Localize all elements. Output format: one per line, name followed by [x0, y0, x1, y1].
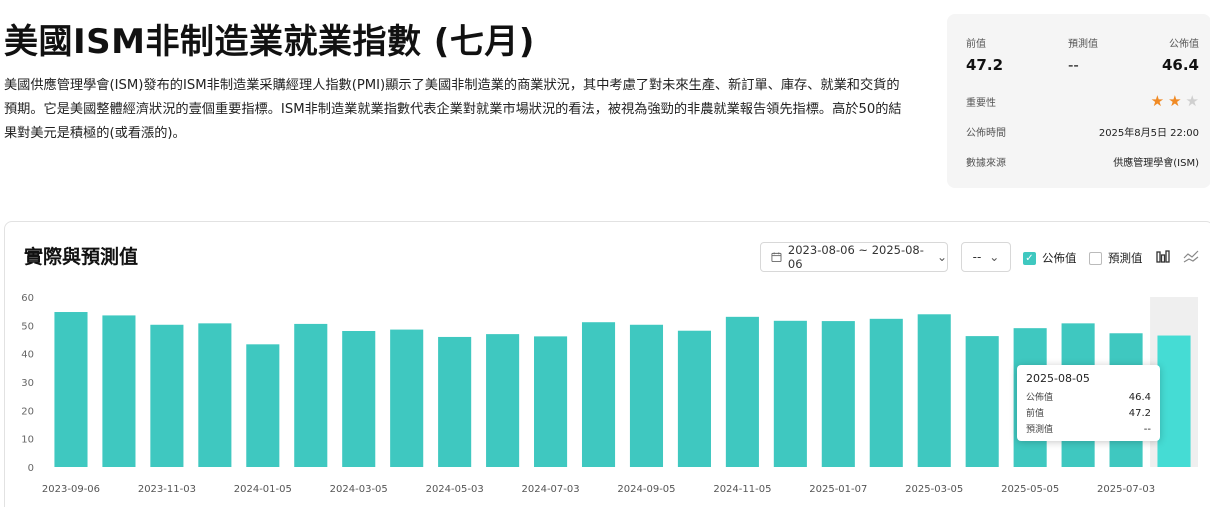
tooltip-prev-row: 前值 47.2	[1026, 406, 1151, 422]
bar[interactable]	[390, 329, 424, 467]
x-tick-label: 2023-09-06	[42, 484, 100, 495]
bar[interactable]	[438, 336, 472, 467]
bar[interactable]	[581, 322, 616, 467]
x-tick-label: 2024-05-03	[426, 484, 484, 495]
y-tick-label: 30	[21, 378, 34, 389]
x-tick-label: 2024-09-05	[617, 484, 675, 495]
x-tick-label: 2024-11-05	[713, 484, 771, 495]
tooltip-actual-label: 公佈值	[1026, 393, 1054, 403]
bar[interactable]	[1157, 335, 1191, 467]
x-tick-label: 2024-07-03	[522, 484, 580, 495]
tooltip-prev-value: 47.2	[1128, 408, 1151, 419]
bar[interactable]	[342, 331, 376, 467]
bar[interactable]	[917, 314, 951, 467]
x-tick-label: 2025-07-03	[1097, 484, 1155, 495]
bar[interactable]	[725, 316, 759, 467]
y-tick-label: 0	[28, 463, 34, 474]
tooltip-date: 2025-08-05	[1026, 372, 1090, 385]
y-tick-label: 20	[21, 406, 34, 417]
x-tick-label: 2025-01-07	[809, 484, 867, 495]
bar[interactable]	[534, 336, 568, 467]
tooltip-actual-value: 46.4	[1128, 392, 1151, 403]
bar[interactable]	[54, 312, 88, 467]
bar[interactable]	[773, 320, 807, 467]
bar[interactable]	[246, 344, 280, 467]
tooltip-forecast-label: 預測值	[1026, 425, 1054, 435]
bar[interactable]	[869, 318, 903, 467]
x-tick-label: 2024-01-05	[234, 484, 292, 495]
bar[interactable]	[821, 321, 855, 467]
bar[interactable]	[965, 336, 999, 467]
tooltip-forecast-row: 預測值 --	[1026, 422, 1151, 438]
y-tick-label: 40	[21, 350, 34, 361]
bar[interactable]	[486, 334, 520, 467]
bar[interactable]	[150, 324, 184, 467]
x-tick-label: 2025-03-05	[905, 484, 963, 495]
y-tick-label: 10	[21, 435, 34, 446]
tooltip-actual-row: 公佈值 46.4	[1026, 390, 1151, 406]
bar[interactable]	[677, 330, 711, 467]
tooltip-prev-label: 前值	[1026, 409, 1045, 419]
x-tick-label: 2025-05-05	[1001, 484, 1059, 495]
y-tick-label: 60	[21, 293, 34, 304]
bar[interactable]	[198, 323, 232, 467]
tooltip-forecast-value: --	[1143, 424, 1151, 435]
x-tick-label: 2024-03-05	[330, 484, 388, 495]
bar[interactable]	[294, 323, 328, 467]
tooltip: 2025-08-05 公佈值 46.4 前值 47.2 預測值 --	[1017, 365, 1160, 441]
bar[interactable]	[102, 315, 136, 467]
bar[interactable]	[629, 324, 664, 467]
y-tick-label: 50	[21, 321, 34, 332]
x-tick-label: 2023-11-03	[138, 484, 196, 495]
